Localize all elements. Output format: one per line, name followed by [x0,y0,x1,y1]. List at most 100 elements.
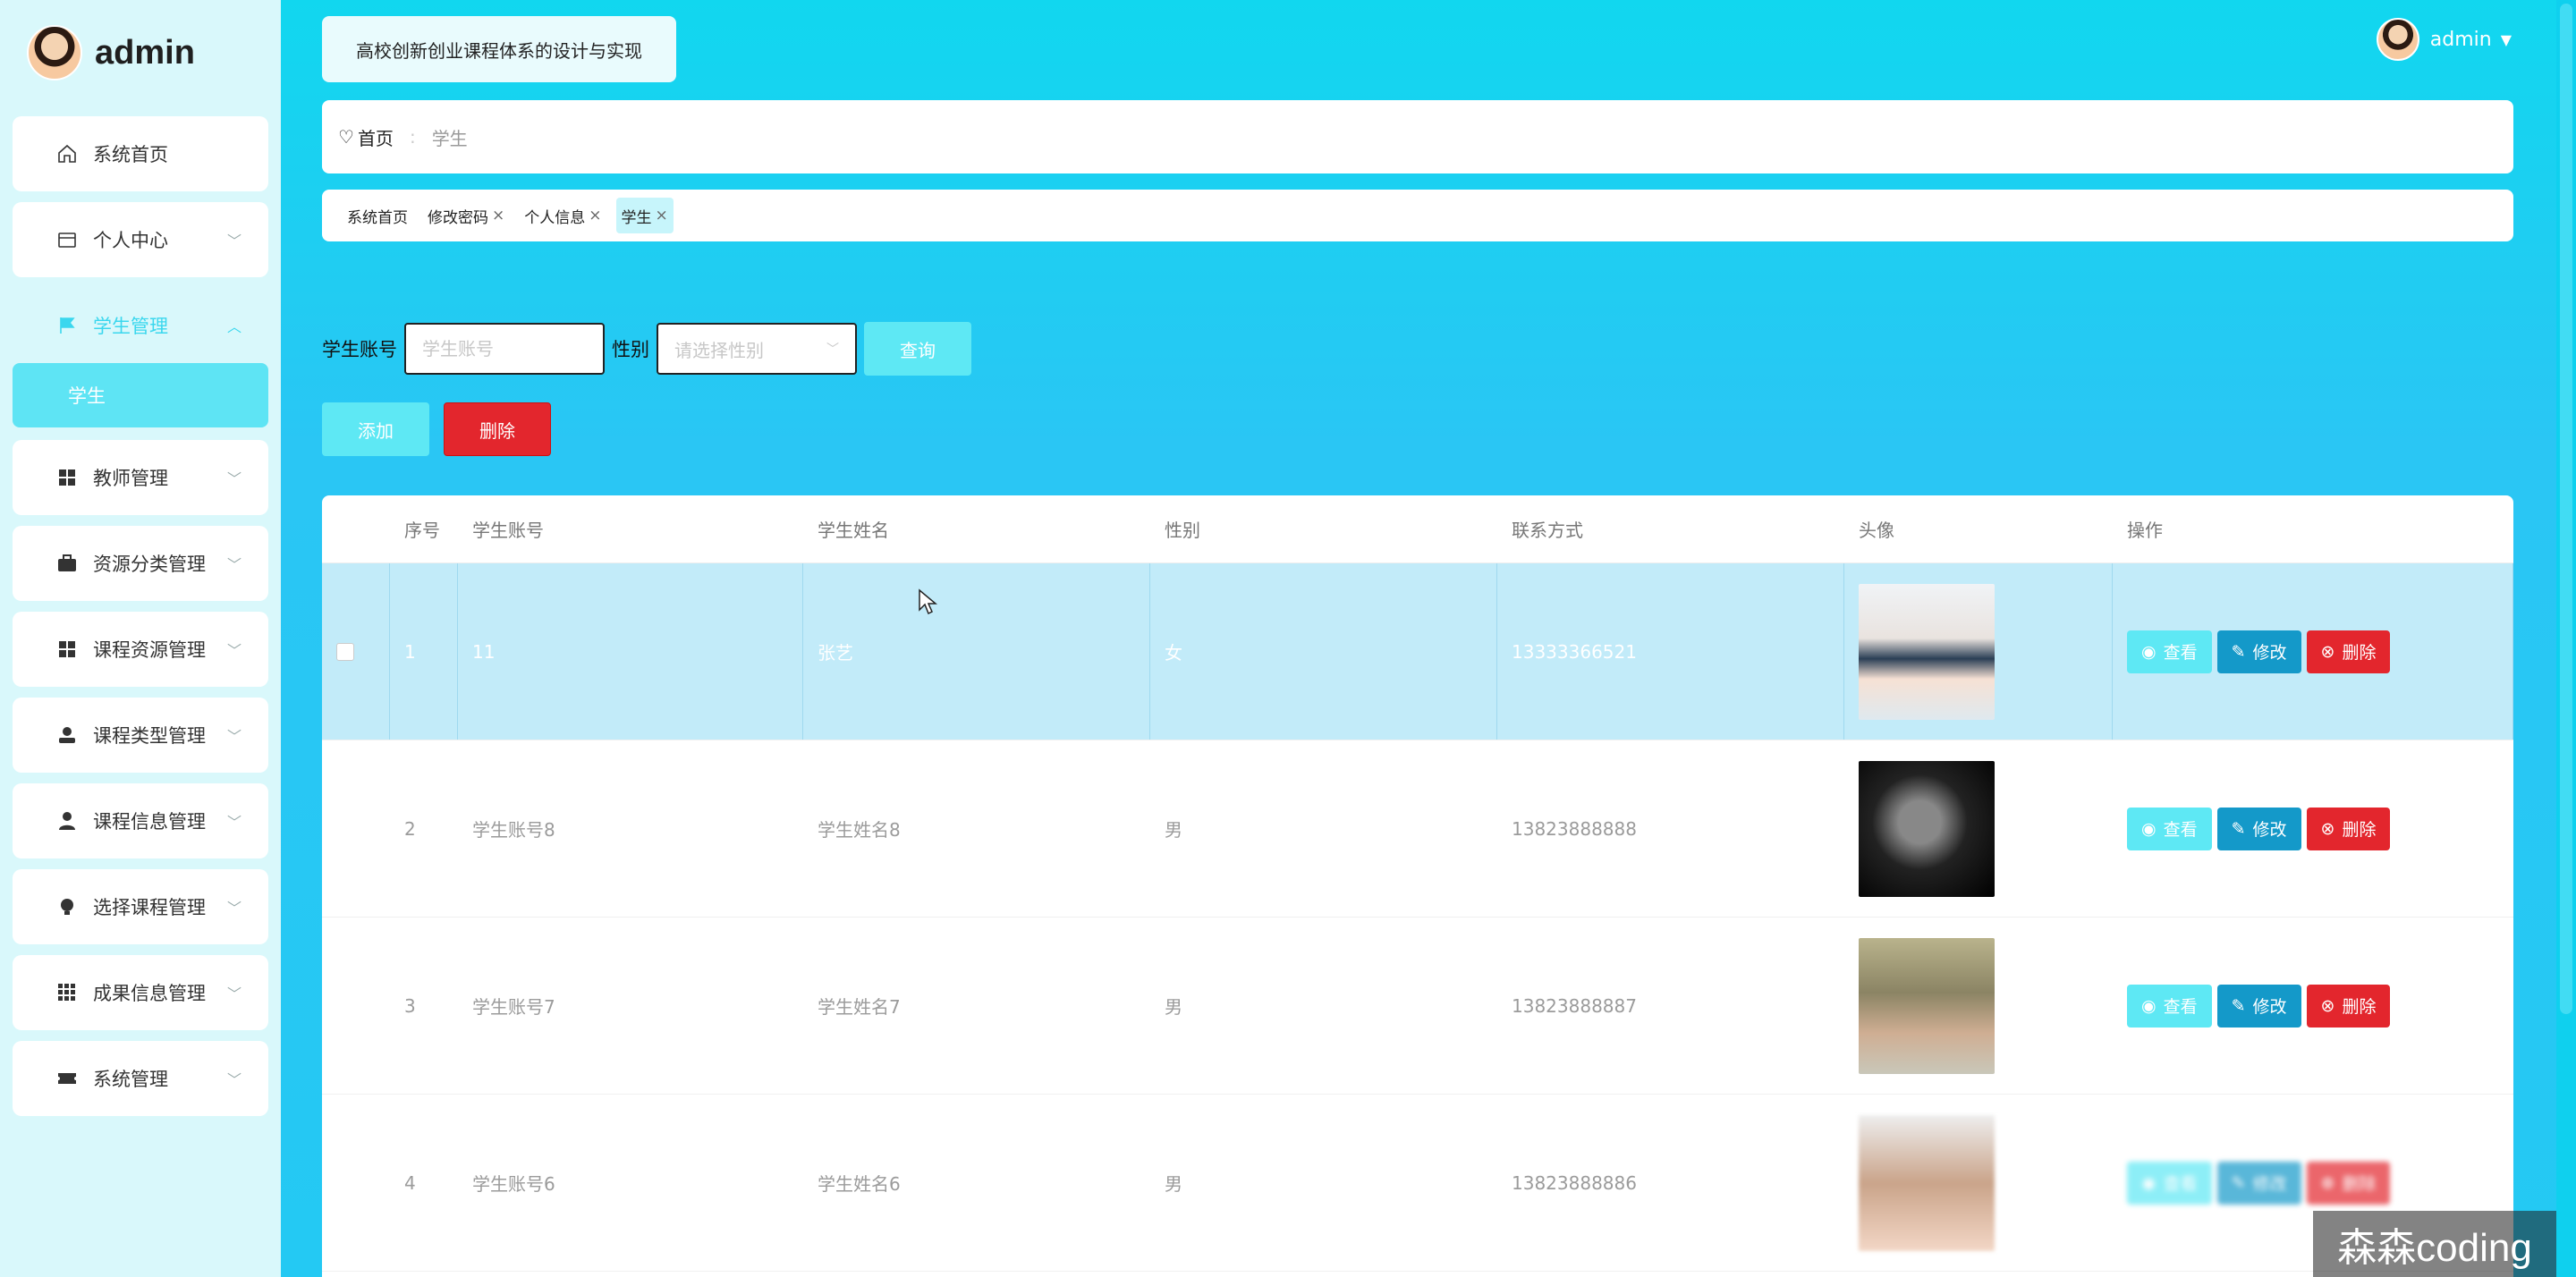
cell-avatar [1844,740,2113,917]
close-circle-icon: ⊗ [2320,1172,2335,1193]
close-icon[interactable]: × [656,207,668,224]
sidebar-item-home[interactable]: 系统首页 [13,116,268,191]
person-icon [55,809,79,833]
pencil-icon: ✎ [2231,1172,2246,1193]
breadcrumb-separator: : [409,126,416,148]
table-row[interactable]: 2 学生账号8 学生姓名8 男 13823888888 ◉ 查看 ✎ 修改 ⊗ 删除 [322,740,2513,918]
sidebar-item-course-resource[interactable]: 课程资源管理 ﹀ [13,612,268,687]
student-avatar [1859,1114,1995,1251]
action-row: 添加 删除 [322,402,551,456]
header-select-all[interactable] [322,495,390,563]
view-button[interactable]: ◉ 查看 [2127,807,2212,850]
row-select-cell [322,1095,390,1271]
cell-gender: 男 [1165,996,1182,1018]
student-avatar [1859,937,1995,1074]
breadcrumb-home-label: 首页 [357,127,394,149]
account-label: 学生账号 [322,339,397,360]
sidebar-item-course-type[interactable]: 课程类型管理 ﹀ [13,698,268,773]
tag-personal-info[interactable]: 个人信息 × [519,198,606,233]
sidebar-item-teacher-mgmt[interactable]: 教师管理 ﹀ [13,440,268,515]
brand: admin [27,23,195,82]
sidebar-item-label: 系统管理 [93,1069,168,1090]
delete-label: 删除 [2342,820,2377,840]
person-icon [55,723,79,747]
home-icon [55,142,79,165]
watermark: 森森coding [2313,1211,2556,1277]
sidebar-item-profile[interactable]: 个人中心 ﹀ [13,202,268,277]
grid-icon [55,638,79,661]
cell-no: 3 [404,994,416,1017]
delete-button[interactable]: ⊗ 删除 [2306,807,2391,850]
sidebar-item-achievement[interactable]: 成果信息管理 ﹀ [13,955,268,1030]
close-icon[interactable]: × [589,207,601,224]
table-row[interactable]: 4 学生账号6 学生姓名6 男 13823888886 ◉ 查看 ✎ 修改 ⊗ 删除 [322,1095,2513,1272]
cell-phone: 13823888888 [1512,817,1637,840]
delete-button[interactable]: ⊗ 删除 [2306,984,2391,1028]
table-row[interactable]: 3 学生账号7 学生姓名7 男 13823888887 ◉ 查看 ✎ 修改 ⊗ 删除 [322,918,2513,1095]
eye-icon: ◉ [2141,641,2157,662]
tag-change-password[interactable]: 修改密码 × [422,198,510,233]
gender-label: 性别 [612,339,649,360]
delete-label: 删除 [2342,1174,2377,1194]
sidebar-item-resource-category[interactable]: 资源分类管理 ﹀ [13,526,268,601]
brand-avatar [27,25,82,80]
tag-student[interactable]: 学生 × [615,198,674,233]
edit-button[interactable]: ✎ 修改 [2216,807,2301,850]
view-label: 查看 [2163,1174,2198,1194]
close-circle-icon: ⊗ [2320,641,2335,662]
view-button[interactable]: ◉ 查看 [2127,984,2212,1028]
edit-label: 修改 [2252,997,2287,1017]
sidebar-item-label: 成果信息管理 [93,983,206,1004]
delete-label: 删除 [2342,643,2377,663]
breadcrumb-home[interactable]: ♡ 首页 [338,124,394,150]
sidebar-item-label: 资源分类管理 [93,554,206,575]
gender-select-placeholder: 请选择性别 [674,339,764,361]
cell-operations: ◉ 查看 ✎ 修改 ⊗ 删除 [2113,563,2513,740]
edit-button[interactable]: ✎ 修改 [2216,984,2301,1028]
bulk-delete-button[interactable]: 删除 [444,402,551,456]
close-icon[interactable]: × [492,207,504,224]
breadcrumb: ♡ 首页 : 学生 [322,100,2513,173]
delete-button[interactable]: ⊗ 删除 [2306,630,2391,673]
tag-label: 个人信息 [524,208,586,227]
brand-name: admin [95,33,195,72]
tag-home[interactable]: 系统首页 [342,198,413,233]
view-button[interactable]: ◉ 查看 [2127,1161,2212,1205]
cell-avatar [1844,1095,2113,1271]
cell-avatar [1844,918,2113,1094]
add-button[interactable]: 添加 [322,402,429,456]
chevron-down-icon: ﹀ [226,233,242,249]
sidebar: admin 系统首页 个人中心 ﹀ 学生管理 ︿ 学生 教师管理 ﹀ 资源分类管… [0,0,281,1277]
view-label: 查看 [2163,820,2198,840]
cell-phone: 13823888887 [1512,994,1637,1017]
edit-button[interactable]: ✎ 修改 [2216,1161,2301,1205]
mouse-cursor-icon [919,588,937,615]
sidebar-item-system[interactable]: 系统管理 ﹀ [13,1041,268,1116]
sidebar-subitem-student[interactable]: 学生 [13,363,268,427]
sidebar-item-label: 系统首页 [93,144,168,165]
calendar-icon [55,228,79,251]
user-menu[interactable]: admin ▼ [2376,18,2512,61]
cell-no: 1 [390,563,458,740]
scrollbar-thumb[interactable] [2560,4,2572,1014]
row-checkbox[interactable] [336,642,354,661]
delete-button[interactable]: ⊗ 删除 [2306,1161,2391,1205]
cell-account: 学生账号8 [472,819,555,841]
gender-select[interactable]: 请选择性别 ﹀ [657,323,857,375]
edit-button[interactable]: ✎ 修改 [2216,630,2301,673]
column-header: 序号 [404,520,440,541]
view-button[interactable]: ◉ 查看 [2127,630,2212,673]
column-header: 联系方式 [1512,520,1583,541]
sidebar-item-course-info[interactable]: 课程信息管理 ﹀ [13,783,268,858]
ticket-icon [55,1067,79,1090]
page-scrollbar[interactable] [2556,0,2576,1277]
sidebar-item-course-selection[interactable]: 选择课程管理 ﹀ [13,869,268,944]
chevron-down-icon: ﹀ [226,470,242,487]
account-search-input[interactable] [404,323,605,375]
chevron-down-icon: ﹀ [226,642,242,659]
sidebar-item-label: 个人中心 [93,230,168,251]
table-row[interactable]: 1 11 张艺 女 13333366521 ◉ 查看 ✎ 修改 ⊗ 删除 [322,563,2513,740]
sidebar-item-student-mgmt[interactable]: 学生管理 ︿ [13,288,268,363]
query-button[interactable]: 查询 [864,322,971,376]
student-avatar [1859,583,1995,720]
